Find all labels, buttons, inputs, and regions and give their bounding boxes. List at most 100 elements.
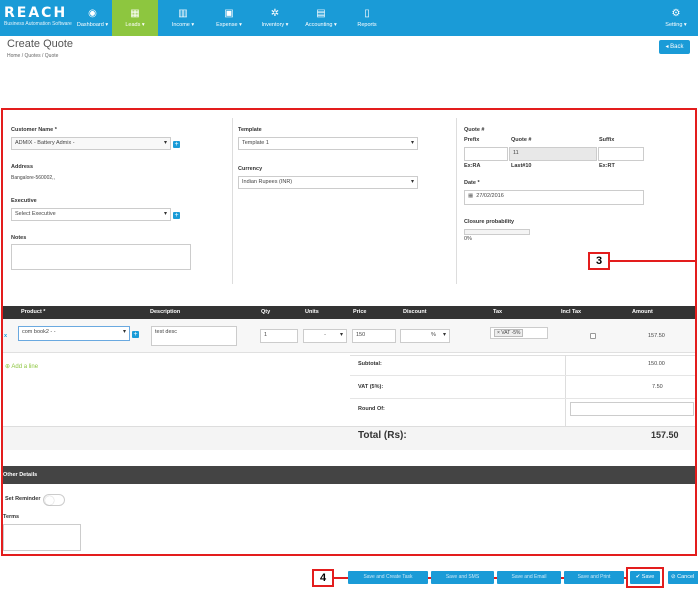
app-logo[interactable]: REACH Business Automation Software	[4, 6, 74, 32]
col-price: Price	[353, 309, 367, 315]
notes-label: Notes	[11, 235, 27, 241]
description-textarea[interactable]: test desc	[151, 326, 237, 346]
save-and-print-button[interactable]: Save and Print	[564, 571, 624, 584]
add-executive-icon[interactable]: +	[173, 212, 180, 219]
nav-label: Dashboard ▾	[76, 22, 109, 28]
nav-income[interactable]: ▥ Income ▾	[160, 0, 206, 36]
save-button-highlight	[626, 567, 664, 588]
last-quote-number: Last#10	[511, 163, 532, 169]
set-reminder-toggle[interactable]	[43, 494, 65, 506]
save-and-create-task-button[interactable]: Save and Create Task	[348, 571, 428, 584]
nav-setting[interactable]: ⚙ Setting ▾	[656, 0, 696, 36]
nav-label: Setting ▾	[665, 22, 687, 28]
date-label: Date *	[464, 180, 480, 186]
units-value: -	[324, 332, 326, 338]
date-input[interactable]: ▦ 27/02/2016	[464, 190, 644, 205]
add-line-link[interactable]: ⊕ Add a line	[5, 363, 38, 370]
vat-label: VAT (5%):	[358, 384, 384, 390]
add-product-icon[interactable]: +	[132, 331, 139, 338]
quote-number-input[interactable]: 11	[509, 147, 597, 161]
notes-textarea[interactable]	[11, 244, 191, 270]
qty-input[interactable]: 1	[260, 329, 298, 343]
nav-accounting[interactable]: ▤ Accounting ▾	[298, 0, 344, 36]
suffix-input[interactable]	[598, 147, 644, 161]
nav-label: Expense ▾	[216, 22, 242, 28]
income-icon: ▥	[178, 8, 188, 19]
col-discount: Discount	[403, 309, 427, 315]
units-select[interactable]: -	[303, 329, 347, 343]
annotation-4-label: 4	[312, 569, 334, 587]
subtotal-value: 150.00	[648, 361, 665, 367]
totals-divider	[565, 355, 566, 426]
currency-label: Currency	[238, 166, 263, 172]
nav-reports[interactable]: ▯ Reports	[344, 0, 390, 36]
round-off-label: Round Of:	[358, 406, 385, 412]
back-button[interactable]: ◂ Back	[659, 40, 690, 54]
suffix-example: Ex:RT	[599, 163, 615, 169]
closure-probability-bar[interactable]	[464, 229, 530, 235]
nav-label: Income ▾	[171, 22, 195, 28]
round-off-input[interactable]	[570, 402, 694, 416]
remove-row-icon[interactable]: x	[4, 333, 7, 339]
tax-select[interactable]: × VAT -5%	[490, 327, 548, 339]
prefix-label: Prefix	[464, 137, 480, 143]
terms-label: Terms	[3, 514, 20, 520]
executive-value: Select Executive	[15, 211, 56, 217]
incl-tax-checkbox[interactable]	[590, 333, 596, 339]
nav-label: Inventory ▾	[261, 22, 289, 28]
column-divider	[456, 118, 457, 284]
set-reminder-label: Set Reminder	[5, 496, 41, 502]
currency-select[interactable]: Indian Rupees (INR)	[238, 176, 418, 189]
cancel-button[interactable]: ⊘ Cancel	[668, 571, 698, 584]
terms-textarea[interactable]	[3, 524, 81, 551]
totals-separator	[350, 375, 695, 376]
address-value: Bangalore-560002,,	[11, 175, 55, 181]
total-row	[3, 426, 695, 450]
col-product: Product *	[21, 309, 46, 315]
tax-tag[interactable]: × VAT -5%	[494, 329, 524, 337]
nav-leads[interactable]: ▦ Leads ▾	[112, 0, 158, 36]
col-tax: Tax	[493, 309, 503, 315]
executive-select[interactable]: Select Executive	[11, 208, 171, 221]
price-value: 150	[356, 332, 366, 338]
closure-probability-value: 0%	[464, 236, 472, 242]
save-and-email-button[interactable]: Save and Email	[497, 571, 561, 584]
nav-inventory[interactable]: ✲ Inventory ▾	[252, 0, 298, 36]
annotation-3-label: 3	[588, 252, 610, 270]
nav-expense[interactable]: ▣ Expense ▾	[206, 0, 252, 36]
add-customer-icon[interactable]: +	[173, 141, 180, 148]
vat-value: 7.50	[652, 384, 663, 390]
template-select[interactable]: Template 1	[238, 137, 418, 150]
quote-column-label: Quote #	[511, 137, 532, 143]
customer-select[interactable]: ADMIX - Battery Admix -	[11, 137, 171, 150]
total-value: 157.50	[651, 430, 679, 440]
totals-separator	[350, 398, 695, 399]
leads-icon: ▦	[130, 8, 140, 19]
col-qty: Qty	[261, 309, 271, 315]
breadcrumb[interactable]: Home / Quotes / Quote	[7, 53, 58, 59]
accounting-icon: ▤	[316, 8, 326, 19]
expense-icon: ▣	[224, 8, 234, 19]
price-input[interactable]: 150	[352, 329, 396, 343]
col-amount: Amount	[632, 309, 653, 315]
items-table-header: Product * Description Qty Units Price Di…	[3, 306, 695, 319]
row-amount: 157.50	[648, 333, 665, 339]
subtotal-label: Subtotal:	[358, 361, 382, 367]
nav-dashboard[interactable]: ◉ Dashboard ▾	[74, 0, 111, 36]
quote-number-value: 11	[513, 150, 519, 156]
calendar-icon[interactable]: ▦	[468, 193, 473, 199]
brand-name: REACH	[4, 5, 68, 21]
prefix-input[interactable]	[464, 147, 508, 161]
customer-label: Customer Name *	[11, 127, 57, 133]
template-label: Template	[238, 127, 262, 133]
col-description: Description	[150, 309, 181, 315]
template-value: Template 1	[242, 140, 269, 146]
product-select[interactable]: com book2 - -	[18, 326, 130, 341]
prefix-example: Ex:RA	[464, 163, 481, 169]
other-details-header: Other Details	[3, 466, 695, 484]
address-label: Address	[11, 164, 34, 170]
brand-tagline: Business Automation Software	[4, 21, 72, 27]
save-and-sms-button[interactable]: Save and SMS	[431, 571, 494, 584]
discount-select[interactable]: %	[400, 329, 450, 343]
nav-label: Leads ▾	[125, 22, 145, 28]
